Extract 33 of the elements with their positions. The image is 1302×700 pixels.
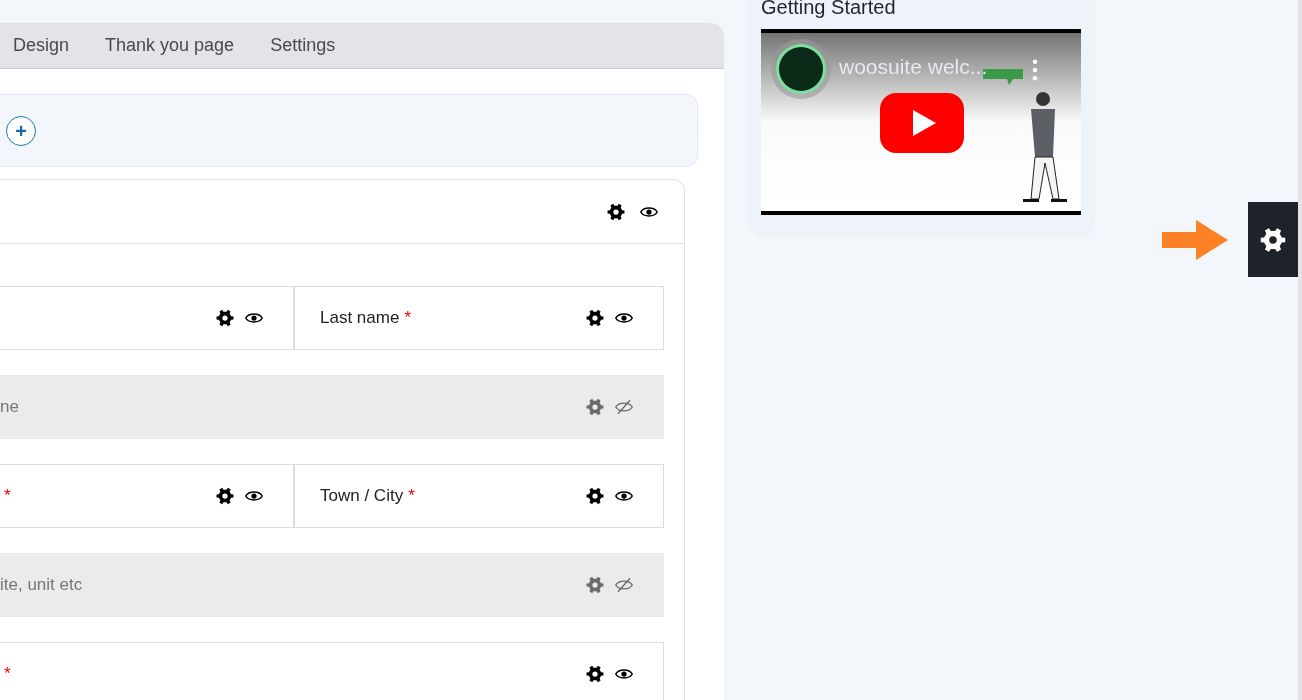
- field-label: ite, unit etc: [0, 575, 83, 595]
- eye-slash-icon[interactable]: [615, 576, 633, 594]
- form-field[interactable]: [0, 286, 294, 350]
- form-field[interactable]: ne: [0, 375, 664, 439]
- form-field[interactable]: Last name *: [294, 286, 664, 350]
- required-mark: *: [4, 664, 11, 684]
- settings-icon[interactable]: [1260, 226, 1286, 253]
- arrow-icon: [1162, 219, 1228, 260]
- eye-slash-icon[interactable]: [615, 398, 633, 416]
- required-mark: *: [408, 486, 415, 506]
- settings-button[interactable]: [1248, 202, 1298, 277]
- more-icon[interactable]: [1032, 59, 1038, 81]
- required-mark: *: [404, 308, 411, 328]
- tab[interactable]: Design: [0, 23, 83, 68]
- field-label: Last name: [320, 308, 400, 328]
- settings-icon[interactable]: [586, 487, 604, 505]
- field-label: Town / City: [320, 486, 404, 506]
- settings-icon[interactable]: [216, 487, 234, 505]
- form-field[interactable]: *: [0, 464, 294, 528]
- settings-icon[interactable]: [216, 309, 234, 327]
- form-field[interactable]: *: [0, 642, 664, 700]
- settings-icon[interactable]: [586, 309, 604, 327]
- required-mark: *: [4, 486, 11, 506]
- form-field[interactable]: ite, unit etc: [0, 553, 664, 617]
- form-field[interactable]: Town / City *: [294, 464, 664, 528]
- settings-icon[interactable]: [607, 202, 625, 221]
- play-button[interactable]: [880, 93, 964, 153]
- add-button[interactable]: +: [6, 115, 36, 146]
- tab[interactable]: Thank you page: [92, 23, 248, 68]
- card-title: Getting Started: [761, 0, 897, 20]
- tab[interactable]: Settings: [257, 23, 349, 68]
- field-label: ne: [0, 397, 19, 417]
- settings-icon[interactable]: [586, 665, 604, 683]
